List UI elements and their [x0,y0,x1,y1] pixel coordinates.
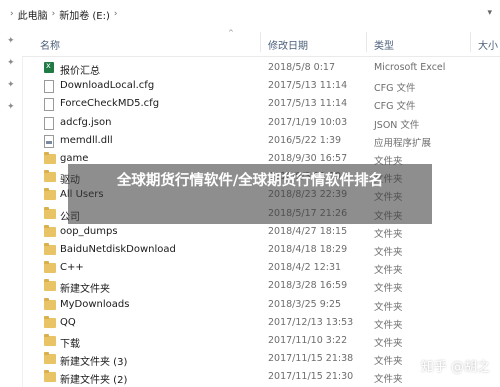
file-modified-date: 2018/9/30 16:57 [268,153,348,164]
file-modified-date: 2017/11/15 21:30 [268,371,354,383]
file-row[interactable]: ForceCheckMD5.cfg 2017/5/13 11:14 CFG 文件 [22,95,500,113]
file-row[interactable]: 新建文件夹 2018/3/28 16:59 文件夹 [22,277,500,295]
file-name[interactable]: BaiduNetdiskDownload [60,244,176,255]
folder-icon [44,224,56,237]
file-type: 文件夹 [374,228,403,240]
file-row[interactable]: oop_dumps 2018/4/27 18:15 文件夹 [22,223,500,241]
file-type: 文件夹 [374,283,403,295]
file-row[interactable]: C++ 2018/4/2 12:31 文件夹 [22,259,500,277]
folder-icon [44,279,56,292]
file-row[interactable]: BaiduNetdiskDownload 2018/4/18 18:29 文件夹 [22,241,500,259]
folder-icon [44,188,56,201]
column-modified-header[interactable]: 修改日期 [268,37,308,52]
excel-icon [44,61,54,73]
file-name[interactable]: memdll.dll [60,135,113,146]
file-name[interactable]: QQ [60,317,76,328]
file-row[interactable]: adcfg.json 2017/1/19 10:03 JSON 文件 [22,114,500,132]
file-name[interactable]: adcfg.json [60,117,111,128]
file-name[interactable]: C++ [60,262,84,273]
folder-icon [44,170,56,183]
column-size-header[interactable]: 大小 [478,37,498,52]
folder-icon [44,352,56,365]
file-type: 应用程序扩展 [374,137,432,149]
file-icon [44,80,54,94]
file-modified-date: 2018/4/27 18:15 [268,225,348,237]
file-icon [44,116,54,130]
column-divider[interactable] [470,32,471,52]
file-name[interactable]: DownloadLocal.cfg [60,80,154,91]
file-row[interactable]: DownloadLocal.cfg 2017/5/13 11:14 CFG 文件 [22,77,500,95]
pin-icon[interactable]: ✦ [7,58,15,68]
file-name[interactable]: MyDownloads [60,299,129,310]
breadcrumb-this-pc[interactable]: 此电脑 [18,7,48,22]
file-modified-date: 2016/5/22 1:39 [268,134,342,146]
file-type: 文件夹 [374,338,403,349]
folder-icon [44,315,56,328]
breadcrumb-bar: › 此电脑 › 新加卷 (E:) › ▾ [0,0,500,29]
file-modified-date: 2017/11/15 21:38 [268,353,354,365]
file-type: 文件夹 [374,301,403,313]
file-modified-date: 2018/3/28 16:59 [268,280,348,292]
file-name[interactable]: game [60,153,88,164]
column-header: 名称 ^ 修改日期 类型 大小 [22,28,500,57]
file-modified-date: 2017/11/10 3:22 [268,335,348,346]
file-type: 文件夹 [374,265,403,277]
file-modified-date: 2017/5/13 11:14 [268,80,348,92]
folder-icon [44,297,56,310]
banner-title: 全球期货行情软件/全球期货行情软件排名 [116,173,384,189]
file-name[interactable]: 新建文件夹 (2) [60,371,127,386]
folder-icon [44,261,56,274]
file-name[interactable]: oop_dumps [60,226,118,237]
file-type: 文件夹 [374,374,403,386]
chevron-right-icon[interactable]: › [10,9,14,19]
file-modified-date: 2018/4/2 12:31 [268,262,342,274]
file-modified-date: 2017/1/19 10:03 [268,116,348,128]
file-row[interactable]: QQ 2017/12/13 13:53 文件夹 [22,314,500,332]
sort-up-icon: ^ [228,29,234,37]
column-type-header[interactable]: 类型 [374,37,394,52]
watermark: 知乎 @胡之 [420,360,490,375]
folder-icon [44,152,56,164]
file-row[interactable]: 下载 2017/11/10 3:22 文件夹 [22,332,500,350]
file-name[interactable]: 报价汇总 [60,62,100,77]
dll-icon [44,134,54,148]
title-banner: 全球期货行情软件/全球期货行情软件排名 [68,164,432,224]
file-type: 文件夹 [374,247,403,258]
file-type: Microsoft Excel [374,62,446,73]
file-modified-date: 2018/5/8 0:17 [268,62,336,73]
file-row[interactable]: 报价汇总 2018/5/8 0:17 Microsoft Excel [22,59,500,77]
file-icon [44,98,54,112]
file-name[interactable]: 下载 [60,335,80,350]
breadcrumb-drive-e[interactable]: 新加卷 (E:) [59,7,110,22]
chevron-right-icon[interactable]: › [114,9,118,19]
column-name-header[interactable]: 名称 [40,37,60,52]
folder-icon [44,206,56,219]
chevron-down-icon[interactable]: ▾ [487,8,492,18]
file-name[interactable]: 新建文件夹 (3) [60,353,127,368]
navigation-pane: ✦ ✦ ✦ ✦ [0,28,23,387]
file-modified-date: 2018/4/18 18:29 [268,244,348,255]
file-name[interactable]: 新建文件夹 [60,280,110,295]
file-modified-date: 2017/5/13 11:14 [268,98,348,110]
pin-icon[interactable]: ✦ [7,36,15,46]
file-type: JSON 文件 [374,119,420,131]
file-modified-date: 2017/12/13 13:53 [268,316,354,328]
column-divider[interactable] [366,32,367,52]
folder-icon [44,243,56,255]
file-type: 文件夹 [374,319,403,331]
file-type: CFG 文件 [374,83,416,95]
file-row[interactable]: memdll.dll 2016/5/22 1:39 应用程序扩展 [22,132,500,150]
file-modified-date: 2018/3/25 9:25 [268,298,342,310]
column-divider[interactable] [260,32,261,52]
file-name[interactable]: ForceCheckMD5.cfg [60,98,159,109]
pin-icon[interactable]: ✦ [7,80,15,90]
chevron-right-icon[interactable]: › [52,9,56,19]
pin-icon[interactable]: ✦ [7,102,15,112]
folder-icon [44,370,56,383]
file-row[interactable]: MyDownloads 2018/3/25 9:25 文件夹 [22,296,500,314]
file-type: 文件夹 [374,356,403,368]
file-type: CFG 文件 [374,101,416,113]
folder-icon [44,334,56,346]
